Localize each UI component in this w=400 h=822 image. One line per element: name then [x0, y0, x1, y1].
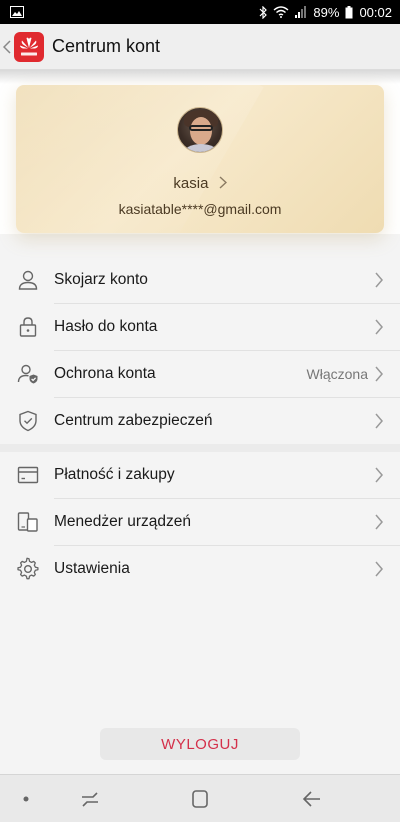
menu-item-label: Skojarz konto: [54, 271, 148, 288]
logout-button[interactable]: WYLOGUJ: [100, 728, 300, 760]
devices-icon: [17, 512, 38, 532]
back-arrow-icon[interactable]: [300, 787, 324, 811]
menu-item-label: Ustawienia: [54, 560, 130, 577]
protection-status: Włączona: [306, 366, 368, 382]
menu-item-settings[interactable]: Ustawienia: [0, 546, 400, 592]
app-bar-shadow: [0, 70, 400, 84]
menu-item-label: Centrum zabezpieczeń: [54, 412, 213, 429]
chevron-right-icon: [375, 319, 383, 335]
person-icon: [18, 270, 38, 290]
menu-item-link-account[interactable]: Skojarz konto: [0, 257, 400, 303]
menu-item-payments[interactable]: Płatność i zakupy: [0, 452, 400, 498]
profile-name-row[interactable]: kasia: [16, 175, 384, 192]
dot-icon[interactable]: [14, 787, 38, 811]
gear-icon: [17, 557, 39, 580]
shield-check-icon: [19, 410, 37, 432]
battery-percent: 89%: [313, 4, 340, 20]
menu-item-account-protection[interactable]: Ochrona konta Włączona: [0, 351, 400, 397]
profile-card[interactable]: kasia kasiatable****@gmail.com: [16, 85, 384, 233]
chevron-right-icon: [375, 272, 383, 288]
card-icon: [17, 466, 39, 484]
section-separator: [0, 444, 400, 452]
clock: 00:02: [359, 4, 392, 20]
chevron-right-icon: [214, 175, 227, 192]
profile-email: kasiatable****@gmail.com: [118, 201, 282, 217]
chevron-right-icon: [375, 366, 383, 382]
navigation-bar: [0, 774, 400, 822]
avatar[interactable]: [177, 107, 223, 153]
chevron-left-icon: [3, 39, 11, 54]
menu-item-label: Hasło do konta: [54, 318, 158, 335]
menu-item-security-center[interactable]: Centrum zabezpieczeń: [0, 398, 400, 444]
signal-icon: [295, 6, 307, 18]
app-bar: Centrum kont: [0, 24, 400, 70]
chevron-right-icon: [375, 467, 383, 483]
menu-item-label: Ochrona konta: [54, 365, 156, 382]
gallery-notification-icon: [10, 6, 24, 18]
back-button[interactable]: [0, 24, 14, 70]
recent-apps-icon[interactable]: [78, 787, 102, 811]
status-bar: 89% 00:02: [0, 0, 400, 24]
wifi-icon: [273, 6, 289, 18]
menu-item-device-manager[interactable]: Menedżer urządzeń: [0, 499, 400, 545]
lock-icon: [19, 317, 37, 337]
home-icon[interactable]: [188, 787, 212, 811]
chevron-right-icon: [375, 561, 383, 577]
profile-name: kasia: [173, 175, 209, 192]
menu-item-label: Menedżer urządzeń: [54, 513, 191, 530]
person-shield-icon: [17, 364, 38, 384]
bluetooth-icon: [259, 5, 268, 19]
chevron-right-icon: [375, 413, 383, 429]
menu-item-account-password[interactable]: Hasło do konta: [0, 304, 400, 350]
battery-icon: [345, 5, 353, 19]
page-title: Centrum kont: [52, 36, 161, 56]
huawei-logo: [14, 31, 44, 62]
chevron-right-icon: [375, 514, 383, 530]
menu-item-label: Płatność i zakupy: [54, 466, 175, 483]
